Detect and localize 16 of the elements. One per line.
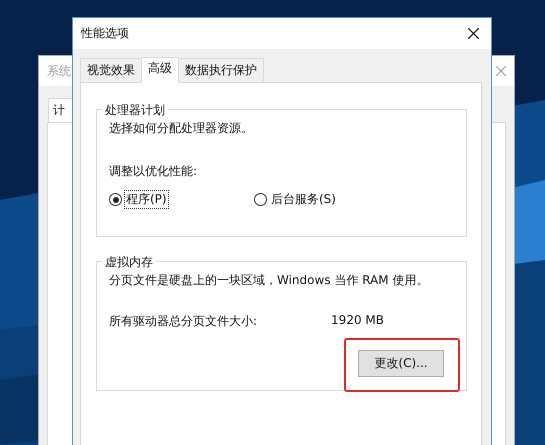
window-title: 性能选项 <box>81 25 129 42</box>
tab[interactable]: 视觉效果 <box>80 58 142 82</box>
tab[interactable]: 高级 <box>141 57 179 83</box>
close-icon[interactable] <box>468 28 479 39</box>
description: 选择如何分配处理器资源。 <box>109 120 254 137</box>
value-text: 1920 MB <box>331 313 384 329</box>
change-button[interactable]: 更改(C)... <box>358 350 444 377</box>
group-title: 处理器计划 <box>102 102 168 119</box>
description: 分页文件是硬盘上的一块区域，Windows 当作 RAM 使用。 <box>109 272 430 289</box>
radio-option[interactable]: 程序(P) <box>109 190 254 209</box>
label: 所有驱动器总分页文件大小: <box>109 313 258 330</box>
radio-option[interactable]: 后台服务(S) <box>254 190 399 209</box>
group-title: 虚拟内存 <box>102 254 156 271</box>
label: 调整以优化性能: <box>109 163 198 180</box>
tab[interactable]: 数据执行保护 <box>178 58 264 82</box>
window-title: 系统 <box>47 62 71 80</box>
